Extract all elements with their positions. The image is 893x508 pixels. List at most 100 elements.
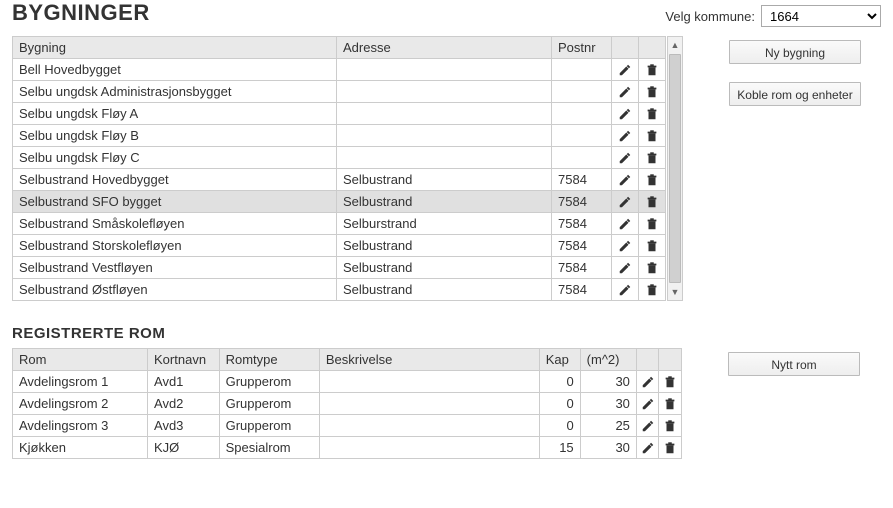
- cell-postnr: 7584: [552, 257, 612, 279]
- edit-icon[interactable]: [618, 173, 632, 187]
- col-kort[interactable]: Kortnavn: [148, 349, 220, 371]
- delete-icon[interactable]: [663, 397, 677, 411]
- cell-postnr: [552, 81, 612, 103]
- new-building-button[interactable]: Ny bygning: [729, 40, 861, 64]
- delete-icon[interactable]: [645, 107, 659, 121]
- edit-icon[interactable]: [618, 195, 632, 209]
- cell-type: Grupperom: [219, 393, 319, 415]
- edit-icon[interactable]: [618, 151, 632, 165]
- cell-kap: 0: [539, 415, 580, 437]
- edit-icon[interactable]: [641, 397, 655, 411]
- cell-postnr: 7584: [552, 169, 612, 191]
- page-title: BYGNINGER: [12, 0, 150, 26]
- col-m2[interactable]: (m^2): [580, 349, 636, 371]
- table-row[interactable]: Selbustrand StorskolefløyenSelbustrand75…: [13, 235, 666, 257]
- cell-kort: Avd3: [148, 415, 220, 437]
- cell-adresse: [337, 147, 552, 169]
- col-rom[interactable]: Rom: [13, 349, 148, 371]
- cell-adresse: Selbustrand: [337, 169, 552, 191]
- delete-icon[interactable]: [663, 419, 677, 433]
- delete-icon[interactable]: [645, 283, 659, 297]
- cell-postnr: [552, 147, 612, 169]
- edit-icon[interactable]: [618, 85, 632, 99]
- cell-m2: 25: [580, 415, 636, 437]
- cell-kap: 15: [539, 437, 580, 459]
- cell-postnr: 7584: [552, 279, 612, 301]
- cell-type: Spesialrom: [219, 437, 319, 459]
- table-row[interactable]: Selbu ungdsk Fløy C: [13, 147, 666, 169]
- delete-icon[interactable]: [645, 217, 659, 231]
- edit-icon[interactable]: [618, 107, 632, 121]
- delete-icon[interactable]: [645, 129, 659, 143]
- delete-icon[interactable]: [645, 195, 659, 209]
- cell-adresse: Selbustrand: [337, 279, 552, 301]
- buildings-scrollbar[interactable]: ▲ ▼: [667, 36, 683, 301]
- delete-icon[interactable]: [663, 441, 677, 455]
- cell-m2: 30: [580, 393, 636, 415]
- edit-icon[interactable]: [641, 441, 655, 455]
- edit-icon[interactable]: [618, 217, 632, 231]
- cell-beskr: [319, 437, 539, 459]
- table-row[interactable]: Selbu ungdsk Administrasjonsbygget: [13, 81, 666, 103]
- cell-adresse: [337, 59, 552, 81]
- table-row[interactable]: Selbu ungdsk Fløy B: [13, 125, 666, 147]
- col-beskr[interactable]: Beskrivelse: [319, 349, 539, 371]
- cell-bygning: Selbu ungdsk Fløy C: [13, 147, 337, 169]
- table-row[interactable]: Selbustrand SFO byggetSelbustrand7584: [13, 191, 666, 213]
- cell-postnr: [552, 125, 612, 147]
- table-row[interactable]: Selbustrand VestfløyenSelbustrand7584: [13, 257, 666, 279]
- scroll-down-icon[interactable]: ▼: [668, 284, 682, 300]
- col-kap[interactable]: Kap: [539, 349, 580, 371]
- table-row[interactable]: Selbustrand ØstfløyenSelbustrand7584: [13, 279, 666, 301]
- delete-icon[interactable]: [645, 239, 659, 253]
- delete-icon[interactable]: [663, 375, 677, 389]
- edit-icon[interactable]: [641, 375, 655, 389]
- cell-kap: 0: [539, 371, 580, 393]
- cell-beskr: [319, 393, 539, 415]
- cell-postnr: [552, 59, 612, 81]
- cell-kort: Avd2: [148, 393, 220, 415]
- col-adresse[interactable]: Adresse: [337, 37, 552, 59]
- edit-icon[interactable]: [618, 129, 632, 143]
- col-postnr[interactable]: Postnr: [552, 37, 612, 59]
- link-rooms-button[interactable]: Koble rom og enheter: [729, 82, 861, 106]
- new-room-button[interactable]: Nytt rom: [728, 352, 860, 376]
- edit-icon[interactable]: [618, 261, 632, 275]
- col-bygning[interactable]: Bygning: [13, 37, 337, 59]
- cell-bygning: Selbustrand Vestfløyen: [13, 257, 337, 279]
- kommune-select[interactable]: 1664: [761, 5, 881, 27]
- edit-icon[interactable]: [641, 419, 655, 433]
- delete-icon[interactable]: [645, 85, 659, 99]
- cell-m2: 30: [580, 371, 636, 393]
- cell-adresse: Selbustrand: [337, 235, 552, 257]
- table-row[interactable]: KjøkkenKJØSpesialrom1530: [13, 437, 682, 459]
- col-type[interactable]: Romtype: [219, 349, 319, 371]
- table-row[interactable]: Bell Hovedbygget: [13, 59, 666, 81]
- delete-icon[interactable]: [645, 151, 659, 165]
- table-row[interactable]: Selbustrand HovedbyggetSelbustrand7584: [13, 169, 666, 191]
- table-row[interactable]: Avdelingsrom 2Avd2Grupperom030: [13, 393, 682, 415]
- table-row[interactable]: Selbu ungdsk Fløy A: [13, 103, 666, 125]
- cell-bygning: Bell Hovedbygget: [13, 59, 337, 81]
- cell-adresse: Selbustrand: [337, 191, 552, 213]
- table-row[interactable]: Avdelingsrom 1Avd1Grupperom030: [13, 371, 682, 393]
- edit-icon[interactable]: [618, 283, 632, 297]
- scroll-thumb[interactable]: [669, 54, 681, 283]
- table-row[interactable]: Selbustrand SmåskolefløyenSelburstrand75…: [13, 213, 666, 235]
- cell-adresse: Selbustrand: [337, 257, 552, 279]
- cell-adresse: [337, 81, 552, 103]
- delete-icon[interactable]: [645, 63, 659, 77]
- cell-bygning: Selbu ungdsk Administrasjonsbygget: [13, 81, 337, 103]
- cell-type: Grupperom: [219, 371, 319, 393]
- scroll-up-icon[interactable]: ▲: [668, 37, 682, 53]
- edit-icon[interactable]: [618, 239, 632, 253]
- cell-adresse: [337, 103, 552, 125]
- cell-bygning: Selbu ungdsk Fløy A: [13, 103, 337, 125]
- table-row[interactable]: Avdelingsrom 3Avd3Grupperom025: [13, 415, 682, 437]
- cell-adresse: Selburstrand: [337, 213, 552, 235]
- delete-icon[interactable]: [645, 173, 659, 187]
- cell-adresse: [337, 125, 552, 147]
- cell-rom: Avdelingsrom 1: [13, 371, 148, 393]
- edit-icon[interactable]: [618, 63, 632, 77]
- delete-icon[interactable]: [645, 261, 659, 275]
